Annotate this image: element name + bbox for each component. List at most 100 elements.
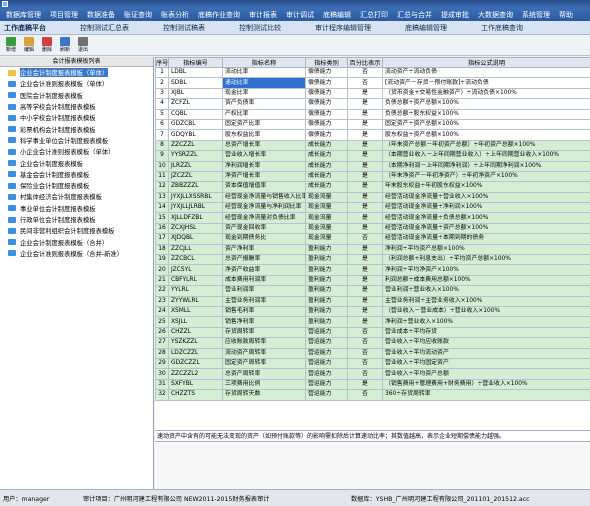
table-row[interactable]: 20 JZCSYL 净资产收益率 盈利能力是净利润÷平均净资产×100% [155, 264, 590, 276]
table-row[interactable]: 21 CBFYLRL 成本费用利润率 盈利能力是利润总额÷成本费用总额×100% [155, 274, 590, 287]
table-row[interactable]: 28 LDZCZZL 流动资产周转率 营运能力否营业收入÷平均流动资产 [155, 347, 590, 359]
module-tab[interactable]: 工作底稿平台 [4, 23, 46, 33]
exit-button[interactable]: 退出 [74, 36, 92, 56]
tree-item[interactable]: 事业单位会计制度报表模板 [0, 203, 153, 214]
table-row[interactable]: 25 XSJLL 销售净利率 盈利能力是净利润÷营业收入×100% [155, 316, 590, 328]
table-cell-n: 20 [155, 264, 169, 276]
table-cell-formula: （年末资产总额－年初资产总额）÷年初资产总额×100% [382, 139, 590, 152]
table-cell-code: JYXJLLXSSRBL [168, 191, 223, 204]
table-row[interactable]: 23 ZYYWLRL 主营业务利润率 盈利能力是主营业务利润÷主营业务收入×100% [155, 295, 590, 308]
table-row[interactable]: 8 ZZCZZL 总资产增长率 成长能力是（年末资产总额－年初资产总额）÷年初资产总额… [155, 139, 590, 152]
table-row[interactable]: 9 YYSRZZL 营业收入增长率 成长能力是（本期营业收入－上年同期营业收入）÷上年… [155, 150, 590, 162]
tree-item[interactable]: 企业会计制度报表模板 [0, 157, 153, 168]
table-cell-cat: 盈利能力 [305, 316, 348, 328]
module-tab[interactable]: 工作底稿查询 [481, 23, 523, 33]
table-cell-n: 27 [155, 337, 169, 349]
edit-button[interactable]: 编辑 [20, 36, 38, 56]
table-row[interactable]: 19 ZZCBCL 总资产报酬率 盈利能力是（利润总额+利息支出）÷平均资产总额×10… [155, 254, 590, 266]
tree-item[interactable]: 中小学校会计制度报表模板 [0, 112, 153, 123]
column-header[interactable]: 指标名称 [222, 57, 306, 68]
table-row[interactable]: 12 ZBBZZZL 资本保值增值率 成长能力是年末股东权益÷年初股东权益×100% [155, 181, 590, 193]
tree-item[interactable]: 医院会计制度报表模板 [0, 90, 153, 101]
table-cell-pct: 是 [347, 98, 383, 110]
menu-item[interactable]: 汇总打印 [360, 10, 388, 20]
module-tab[interactable]: 控制测试汇总表 [80, 23, 129, 33]
menu-item[interactable]: 项目管理 [50, 10, 78, 20]
column-header[interactable]: 指标编号 [168, 57, 223, 68]
table-row[interactable]: 1 LDBL 流动比率 偿债能力否流动资产÷流动负债 [155, 66, 590, 79]
menu-item[interactable]: 提成审批 [441, 10, 469, 20]
module-tab[interactable]: 审计程序编辑管理 [315, 23, 371, 33]
column-header[interactable]: 指标类别 [305, 57, 348, 68]
menu-item[interactable]: 底稿编辑 [323, 10, 351, 20]
table-row[interactable]: 15 XJLLDFZBL 经营现金净流量对负债比率 现金流量是经营活动现金净流量÷负债… [155, 212, 590, 224]
menu-item[interactable]: 汇总与合并 [397, 10, 432, 20]
app-logo-icon [2, 1, 8, 7]
module-tab[interactable]: 底稿编辑管理 [405, 23, 447, 33]
refresh-button[interactable]: 刷新 [56, 36, 74, 56]
tree-item[interactable]: 行政单位会计制度报表模板 [0, 214, 153, 225]
table-row[interactable]: 22 YYLRL 营业利润率 盈利能力是营业利润÷营业收入×100% [155, 285, 590, 297]
tree-item[interactable]: 民间非营利组织会计制度报表模板 [0, 225, 153, 236]
tree-item[interactable]: 企业会计准则报表模板（合并-新准） [0, 248, 153, 259]
table-row[interactable]: 3 XJBL 现金比率 偿债能力是（货币资金+交易性金融资产）÷流动负债×100% [155, 87, 590, 100]
table-row[interactable]: 32 CHZZTS 存货周转天数 营运能力否 360÷存货周转率 [155, 389, 590, 401]
menu-item[interactable]: 审计调试 [286, 10, 314, 20]
menu-item[interactable]: 数据准备 [87, 10, 115, 20]
table-cell-cat: 营运能力 [305, 326, 348, 339]
table-row[interactable]: 17 XJDQBL 现金到期债务比 现金流量否经营活动现金净流量÷本期到期的债务 [155, 233, 590, 245]
column-header[interactable]: 指标公式说明 [382, 57, 590, 68]
table-row[interactable]: 4 ZCFZL 资产负债率 偿债能力是负债总额÷资产总额×100% [155, 98, 590, 110]
table-row[interactable]: 13 JYXJLLXSSRBL 经营现金净流量与销售收入比率 现金流量是经营活动现金净… [155, 191, 590, 204]
menu-item[interactable]: 账表分析 [161, 10, 189, 20]
table-row[interactable]: 16 ZCXJHSL 资产现金回收率 现金流量是经营活动现金净流量÷资产总额×100% [155, 222, 590, 235]
menu-item[interactable]: 数据库管理 [6, 10, 41, 20]
table-cell-pct: 是 [347, 305, 383, 318]
menu-item[interactable]: 系统管理 [522, 10, 550, 20]
indicator-table: 序号 指标编号 指标名称 指标类别 百分比表示 指标公式说明 1 LDBL 流动比率 偿债能力否… [155, 57, 590, 401]
module-tab[interactable]: 控制测试稿表 [163, 23, 205, 33]
tree-item[interactable]: 基金会会计制度报表模板 [0, 169, 153, 180]
table-row[interactable]: 30 ZZCZZL2 总资产周转率 营运能力否营业收入÷平均资产总额 [155, 368, 590, 380]
table-cell-n: 11 [155, 170, 169, 183]
folder-icon [8, 216, 16, 223]
tree-item[interactable]: 小企业会计准则报表模板（单体） [0, 146, 153, 157]
table-row[interactable]: 31 SXFYBL 三项费用比例 营运能力是（销售费用+管理费用+财务费用）÷营业收入… [155, 378, 590, 391]
table-row[interactable]: 10 JLRZZL 净利润增长率 成长能力是（本期净利润－上年同期净利润）÷上年同期净… [155, 160, 590, 172]
table-row[interactable]: 27 YSZKZZL 应收账款周转率 营运能力否营业收入÷平均应收账款 [155, 337, 590, 349]
table-cell-name: 经营现金净流量与净利润比率 [222, 202, 306, 214]
delete-button[interactable]: 删除 [38, 36, 56, 56]
tree-item[interactable]: 企业会计制度报表模板（合并） [0, 236, 153, 247]
table-cell-code: YYLRL [168, 285, 223, 297]
tree-item[interactable]: 彩票机构会计制度报表模板 [0, 123, 153, 134]
table-row[interactable]: 14 JYXJLLJLRBL 经营现金净流量与净利润比率 现金流量是经营活动现金净流量… [155, 202, 590, 214]
menu-item[interactable]: 大数据查询 [478, 10, 513, 20]
tree-item[interactable]: 企业会计准则报表模板（单体） [0, 78, 153, 89]
tree-item[interactable]: 高等学校会计制度报表模板 [0, 101, 153, 112]
table-row[interactable]: 5 CQBL 产权比率 偿债能力是负债总额÷股东权益×100% [155, 108, 590, 120]
table-cell-formula: 经营活动现金净流量÷营业收入×100% [382, 191, 590, 204]
table-row[interactable]: 24 XSMLL 销售毛利率 盈利能力是（营业收入－营业成本）÷营业收入×100% [155, 305, 590, 318]
table-row[interactable]: 7 GDQYBL 股东权益比率 偿债能力是股东权益÷资产总额×100% [155, 129, 590, 141]
column-header[interactable]: 序号 [155, 57, 169, 68]
table-row[interactable]: 6 GDZCBL 固定资产比率 偿债能力是固定资产÷资产总额×100% [155, 118, 590, 131]
tree-item[interactable]: 保险业会计制度报表模板 [0, 180, 153, 191]
add-button[interactable]: 新增 [2, 36, 20, 56]
menu-item[interactable]: 账证查询 [124, 10, 152, 20]
table-row[interactable]: 2 SDBL 速动比率 偿债能力否 [流动资产－存货－预付账款]÷流动负债 [155, 77, 590, 89]
module-tab[interactable]: 控制测试比较 [239, 23, 281, 33]
tree-item[interactable]: 村集体经济会计制度报表模板 [0, 191, 153, 202]
menu-item[interactable]: 帮助 [559, 10, 573, 20]
table-row[interactable]: 11 JZCZZL 净资产增长率 成长能力是（年末净资产－年初净资产）÷年初净资产×1… [155, 170, 590, 183]
menu-item[interactable]: 底稿作业查询 [198, 10, 240, 20]
tree-item[interactable]: 科学事业单位会计制度报表模板 [0, 135, 153, 146]
column-header[interactable]: 百分比表示 [347, 57, 383, 68]
folder-icon [8, 227, 16, 234]
table-row[interactable]: 29 GDZCZZL 固定资产周转率 营运能力否营业收入÷平均固定资产 [155, 357, 590, 370]
tree-item[interactable]: 企业会计制度报表模板（单体） [0, 67, 153, 78]
table-row[interactable]: 26 CHZZL 存货周转率 营运能力否营业成本÷平均存货 [155, 326, 590, 339]
table-row[interactable]: 18 ZZCJLL 资产净利率 盈利能力是净利润÷平均资产总额×100% [155, 243, 590, 256]
menu-item[interactable]: 审计报表 [249, 10, 277, 20]
table-cell-name: 资产净利率 [222, 243, 306, 256]
folder-icon [8, 205, 16, 212]
